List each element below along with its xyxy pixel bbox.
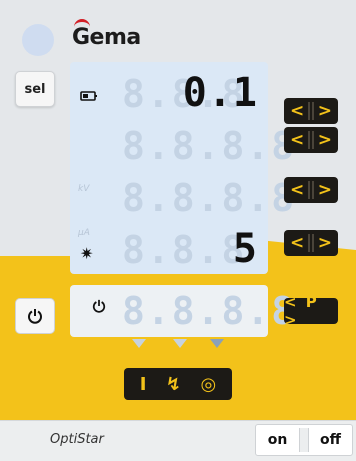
on-button[interactable]: on: [256, 432, 299, 448]
status-led: [22, 24, 54, 56]
display-row-4: µA ✷ 8.8.8 5: [70, 222, 268, 272]
row-value: 0.1: [182, 70, 258, 116]
app-name: OptiStar: [50, 432, 104, 447]
row-ghost-digits: 8.8.8: [122, 228, 247, 272]
row-label: kV: [78, 184, 90, 194]
decrease-arrow[interactable]: <: [290, 101, 304, 121]
row-2-arrow-buttons[interactable]: < >: [284, 127, 338, 153]
brand-logo: Gema: [72, 25, 141, 50]
mode-target[interactable]: ◎: [201, 374, 217, 395]
mode-power[interactable]: ↯: [166, 374, 181, 395]
slider-groove: [308, 102, 314, 120]
decrease-arrow[interactable]: <: [290, 130, 304, 150]
display-row-2: 8.8.8.8: [70, 118, 294, 168]
increase-arrow[interactable]: >: [318, 101, 332, 121]
program-button[interactable]: < P >: [284, 293, 338, 329]
indicator-triangle: [132, 339, 146, 348]
decrease-arrow[interactable]: <: [290, 233, 304, 253]
row-ghost-digits: 8.8.8.8: [122, 176, 297, 220]
indicator-triangle: [173, 339, 187, 348]
slider-groove: [308, 131, 314, 149]
row-1-arrow-buttons[interactable]: < >: [284, 98, 338, 124]
battery-icon: [80, 91, 97, 101]
row-label: µA: [78, 228, 90, 238]
slider-groove: [308, 181, 314, 199]
display-screen: 8.8.8 0.1 8.8.8.8 kV 8.8.8.8 µA ✷ 8.8.8 …: [70, 62, 294, 274]
row-value: 5: [232, 226, 258, 272]
increase-arrow[interactable]: >: [318, 180, 332, 200]
display-row-1: 8.8.8 0.1: [70, 66, 268, 116]
sun-icon: ✷: [80, 244, 94, 263]
slider-groove: [308, 234, 314, 252]
switch-divider: [299, 428, 309, 452]
off-button[interactable]: off: [309, 432, 352, 448]
row-ghost-digits: 8.8.8.8: [122, 124, 297, 168]
power-button[interactable]: [15, 298, 55, 334]
mode-manual[interactable]: I: [140, 374, 147, 395]
mode-selector[interactable]: I ↯ ◎: [124, 368, 232, 400]
power-status-icon: [92, 299, 106, 313]
power-icon: [28, 309, 42, 324]
increase-arrow[interactable]: >: [318, 130, 332, 150]
row-3-arrow-buttons[interactable]: < >: [284, 177, 338, 203]
lower-display: 8.8.8.8: [70, 285, 294, 337]
indicator-triangle-active: [210, 339, 224, 348]
sel-button[interactable]: sel: [15, 71, 55, 107]
decrease-arrow[interactable]: <: [290, 180, 304, 200]
lower-ghost-digits: 8.8.8.8: [122, 289, 297, 333]
row-4-arrow-buttons[interactable]: < >: [284, 230, 338, 256]
increase-arrow[interactable]: >: [318, 233, 332, 253]
display-row-3: kV 8.8.8.8: [70, 170, 294, 220]
control-panel: Gema sel 8.8.8 0.1 8.8.8.8 kV 8.8.8.8 µA…: [0, 0, 356, 461]
on-off-switch[interactable]: on off: [255, 424, 353, 456]
